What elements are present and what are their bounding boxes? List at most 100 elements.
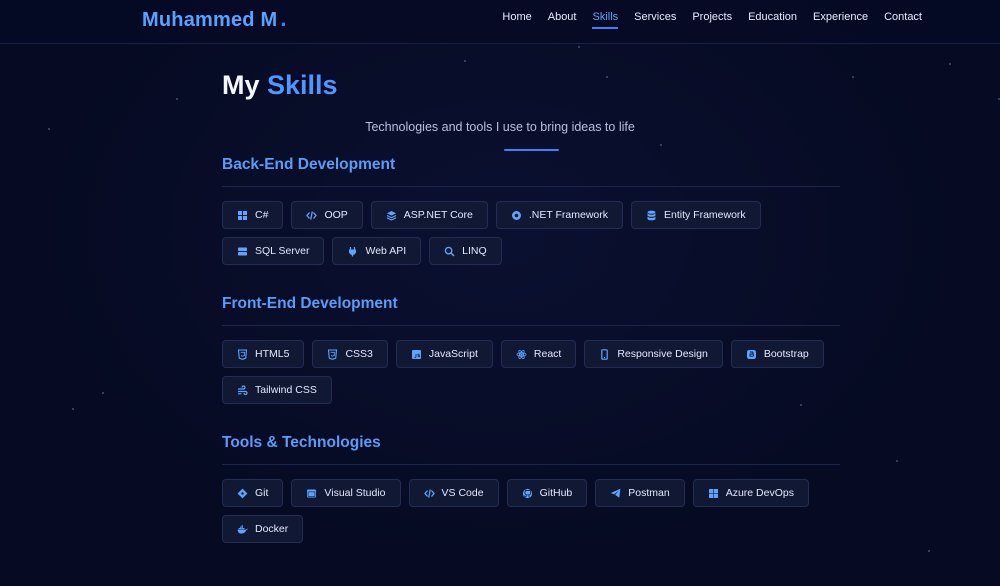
skill-label: JavaScript xyxy=(428,348,478,360)
skill-chip: SQL Server xyxy=(222,237,325,265)
section-front-end: Front-End Development HTML5 CSS3 JavaScrip… xyxy=(222,295,840,404)
main-nav: Home About Skills Services Projects Education… xyxy=(502,11,922,29)
nav-link-skills[interactable]: Skills xyxy=(592,11,619,29)
star-decoration xyxy=(464,60,466,62)
skill-chip: Git xyxy=(222,479,284,507)
skill-chip: Docker xyxy=(222,515,304,543)
site-logo[interactable]: Muhammed M. xyxy=(142,6,287,32)
section-title: Back-End Development xyxy=(222,156,840,187)
code-icon xyxy=(306,210,318,221)
css3-icon xyxy=(327,348,338,360)
star-decoration xyxy=(852,76,854,78)
skill-chip: CSS3 xyxy=(312,340,388,368)
star-decoration xyxy=(896,460,898,462)
js-icon xyxy=(411,349,422,360)
skill-chip: VS Code xyxy=(408,479,499,507)
paper-plane-icon xyxy=(610,488,621,499)
skill-label: CSS3 xyxy=(345,348,373,360)
nav-link-projects[interactable]: Projects xyxy=(692,11,732,29)
nav-link-home[interactable]: Home xyxy=(502,11,531,29)
section-title: Front-End Development xyxy=(222,295,840,326)
skill-list: Git Visual Studio VS Code GitHub Postman Azur… xyxy=(222,479,840,543)
docker-icon xyxy=(237,524,248,535)
section-back-end: Back-End Development C# OOP ASP.NET Core .N… xyxy=(222,156,840,265)
skill-chip: Bootstrap xyxy=(730,340,824,368)
nav-link-education[interactable]: Education xyxy=(748,11,797,29)
skill-label: HTML5 xyxy=(255,348,290,360)
grid-icon xyxy=(237,210,248,221)
windows-icon xyxy=(708,488,719,499)
skill-chip: Postman xyxy=(595,479,685,507)
nav-link-services[interactable]: Services xyxy=(634,11,676,29)
search-icon xyxy=(444,246,455,257)
skill-label: OOP xyxy=(324,209,348,221)
star-decoration xyxy=(949,63,951,65)
star-decoration xyxy=(102,392,104,394)
skill-chip: LINQ xyxy=(429,237,502,265)
skill-list: C# OOP ASP.NET Core .NET Framework Entity Fr… xyxy=(222,201,840,265)
section-title: Tools & Technologies xyxy=(222,434,840,465)
section-tools: Tools & Technologies Git Visual Studio VS … xyxy=(222,434,840,543)
skill-label: Docker xyxy=(255,523,289,535)
wind-icon xyxy=(237,384,248,396)
skill-label: Web API xyxy=(365,245,407,257)
skill-label: GitHub xyxy=(539,487,573,499)
skill-label: .NET Framework xyxy=(528,209,608,221)
code-icon xyxy=(423,488,435,499)
star-decoration xyxy=(72,408,74,410)
skill-chip: Responsive Design xyxy=(584,340,723,368)
skill-chip: JavaScript xyxy=(395,340,493,368)
skill-label: Visual Studio xyxy=(324,487,386,499)
github-icon xyxy=(522,488,533,499)
skill-chip: HTML5 xyxy=(222,340,305,368)
skill-label: Git xyxy=(255,487,269,499)
circle-dot-icon xyxy=(511,210,522,221)
bootstrap-icon xyxy=(746,349,757,360)
skill-chip: ASP.NET Core xyxy=(370,201,488,229)
star-decoration xyxy=(928,550,930,552)
window-icon xyxy=(306,488,317,499)
skill-label: Bootstrap xyxy=(763,348,809,360)
page-title: My Skills xyxy=(222,70,338,101)
logo-text: Muhammed M xyxy=(142,9,278,31)
server-icon xyxy=(237,246,248,257)
skill-chip: Visual Studio xyxy=(291,479,401,507)
mobile-icon xyxy=(599,348,610,360)
skill-list: HTML5 CSS3 JavaScript React Responsive Desig… xyxy=(222,340,840,404)
star-decoration xyxy=(578,46,580,48)
skill-label: Postman xyxy=(628,487,670,499)
title-accent: Skills xyxy=(267,70,338,100)
skill-chip: Tailwind CSS xyxy=(222,376,332,404)
skill-label: ASP.NET Core xyxy=(403,209,473,221)
nav-link-experience[interactable]: Experience xyxy=(813,11,868,29)
html5-icon xyxy=(237,348,248,360)
skill-chip: .NET Framework xyxy=(495,201,623,229)
title-prefix: My xyxy=(222,70,260,100)
skill-chip: React xyxy=(500,340,577,368)
skill-label: Azure DevOps xyxy=(725,487,794,499)
page-subtitle: Technologies and tools I use to bring id… xyxy=(365,120,635,134)
title-underline xyxy=(504,149,559,151)
skill-label: Tailwind CSS xyxy=(255,384,317,396)
skill-chip: OOP xyxy=(291,201,363,229)
skill-label: SQL Server xyxy=(255,245,310,257)
nav-link-about[interactable]: About xyxy=(548,11,577,29)
skill-label: Entity Framework xyxy=(664,209,746,221)
star-decoration xyxy=(660,144,662,146)
skill-chip: Entity Framework xyxy=(631,201,761,229)
skill-label: LINQ xyxy=(462,245,487,257)
logo-dot: . xyxy=(280,6,287,31)
skill-chip: C# xyxy=(222,201,284,229)
nav-link-contact[interactable]: Contact xyxy=(884,11,922,29)
site-header: Muhammed M. Home About Skills Services Proje… xyxy=(0,0,1000,44)
star-decoration xyxy=(176,98,178,100)
skill-label: VS Code xyxy=(441,487,484,499)
database-icon xyxy=(646,210,657,221)
skill-chip: Web API xyxy=(332,237,422,265)
plug-icon xyxy=(347,246,358,257)
skill-label: Responsive Design xyxy=(617,348,708,360)
git-icon xyxy=(237,488,248,499)
skill-label: React xyxy=(533,348,562,360)
skill-chip: GitHub xyxy=(506,479,588,507)
skill-label: C# xyxy=(255,209,269,221)
